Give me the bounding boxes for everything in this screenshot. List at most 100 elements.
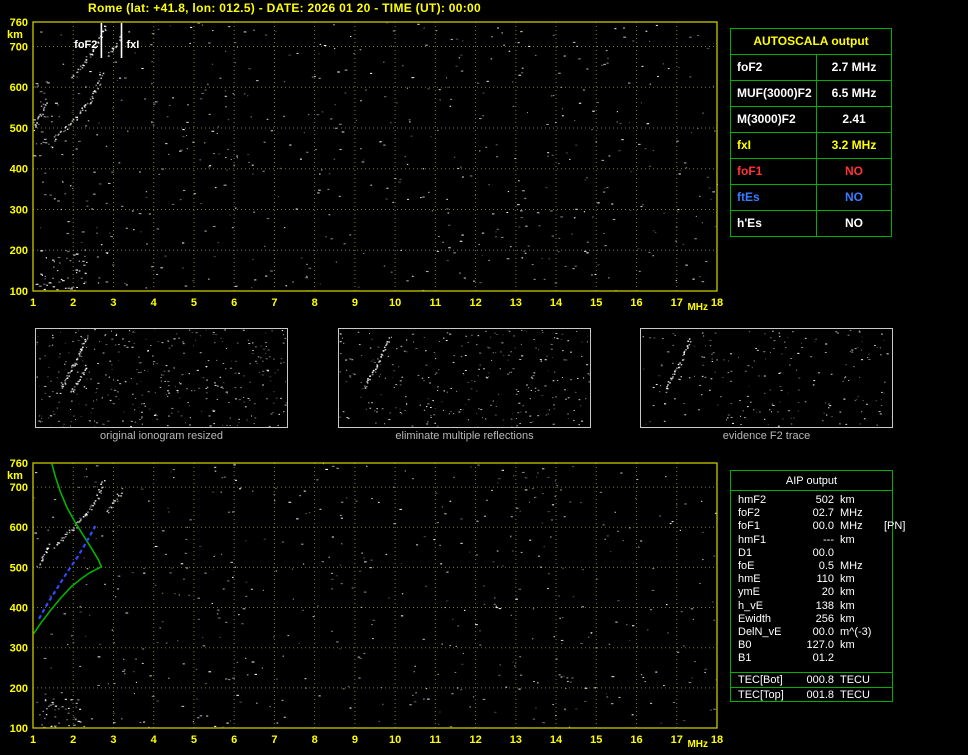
panel-eliminate-reflections xyxy=(338,328,591,428)
svg-text:10: 10 xyxy=(389,734,401,746)
aip-row-label: D1 xyxy=(738,547,798,560)
aip-table-title: AIP output xyxy=(731,471,892,491)
ionogram-plot-top: foF2fxI760700600500400300200100km1234567… xyxy=(0,14,725,314)
aip-row-unit: km xyxy=(840,639,884,652)
aip-row-extra xyxy=(884,626,892,639)
svg-text:18: 18 xyxy=(711,297,723,309)
aip-row-value: 000.8 xyxy=(798,673,834,688)
svg-text:6: 6 xyxy=(231,297,237,309)
svg-text:17: 17 xyxy=(671,297,683,309)
aip-row-unit: TECU xyxy=(840,673,884,688)
panel-caption-eliminate: eliminate multiple reflections xyxy=(338,430,591,442)
aip-row-unit: m^(-3) xyxy=(840,626,884,639)
aip-row-label: B1 xyxy=(738,652,798,665)
svg-text:12: 12 xyxy=(469,734,481,746)
aip-row-extra xyxy=(884,547,892,560)
aip-row-value: 256 xyxy=(798,613,834,626)
svg-text:3: 3 xyxy=(110,734,116,746)
svg-text:4: 4 xyxy=(151,734,158,746)
aip-row-extra xyxy=(884,600,892,613)
aip-row-label: h_vE xyxy=(738,600,798,613)
svg-text:5: 5 xyxy=(191,734,197,746)
svg-text:500: 500 xyxy=(10,123,28,135)
autoscala-row-value: NO xyxy=(817,211,891,236)
svg-text:12: 12 xyxy=(469,297,481,309)
aip-row-value: 502 xyxy=(798,494,834,507)
svg-text:14: 14 xyxy=(550,297,563,309)
svg-text:600: 600 xyxy=(10,82,28,94)
autoscala-row: ftEsNO xyxy=(731,184,891,210)
aip-row: ymE20km xyxy=(731,586,892,599)
svg-text:7: 7 xyxy=(271,734,277,746)
panel-caption-evidence: evidence F2 trace xyxy=(640,430,893,442)
aip-row-extra xyxy=(884,639,892,652)
ionogram-plot-bottom: 760700600500400300200100km12345678910111… xyxy=(0,455,725,755)
svg-text:11: 11 xyxy=(430,734,442,746)
aip-row-unit: MHz xyxy=(840,560,884,573)
aip-row: TEC[Bot]000.8 TECU xyxy=(731,672,892,687)
aip-row-unit: km xyxy=(840,573,884,586)
aip-row: B101.2 xyxy=(731,652,892,665)
svg-text:400: 400 xyxy=(10,603,28,615)
svg-text:17: 17 xyxy=(671,734,683,746)
aip-row-extra xyxy=(884,652,892,665)
svg-text:fxI: fxI xyxy=(127,39,140,51)
aip-row-label: B0 xyxy=(738,639,798,652)
aip-table: AIP output hmF2502kmfoF202.7MHzfoF100.0M… xyxy=(730,470,893,702)
svg-text:100: 100 xyxy=(10,286,28,298)
autoscala-row: M(3000)F22.41 xyxy=(731,106,891,132)
aip-row-unit: km xyxy=(840,534,884,547)
aip-row-label: TEC[Bot] xyxy=(738,673,798,688)
autoscala-row-label: MUF(3000)F2 xyxy=(731,81,817,106)
autoscala-row-value: 2.7 MHz xyxy=(817,55,891,80)
svg-text:3: 3 xyxy=(110,297,116,309)
autoscala-row-value: 6.5 MHz xyxy=(817,81,891,106)
svg-text:200: 200 xyxy=(10,683,28,695)
autoscala-row-value: NO xyxy=(817,159,891,184)
svg-text:11: 11 xyxy=(430,297,442,309)
aip-row-extra xyxy=(884,586,892,599)
aip-row-unit: km xyxy=(840,613,884,626)
aip-row-value: 138 xyxy=(798,600,834,613)
svg-text:8: 8 xyxy=(312,734,318,746)
svg-text:700: 700 xyxy=(10,482,28,494)
autoscala-row-label: h'Es xyxy=(731,211,817,236)
svg-text:16: 16 xyxy=(630,297,642,309)
svg-text:760: 760 xyxy=(10,458,28,470)
svg-text:5: 5 xyxy=(191,297,197,309)
autoscala-row: foF1NO xyxy=(731,158,891,184)
aip-row-unit: km xyxy=(840,586,884,599)
aip-row: hmE110km xyxy=(731,573,892,586)
svg-text:15: 15 xyxy=(590,734,602,746)
autoscala-row-label: fxI xyxy=(731,133,817,158)
aip-row-label: ymE xyxy=(738,586,798,599)
aip-row-label: foE xyxy=(738,560,798,573)
aip-row-label: hmE xyxy=(738,573,798,586)
aip-row-value: 00.0 xyxy=(798,547,834,560)
svg-text:500: 500 xyxy=(10,562,28,574)
svg-text:700: 700 xyxy=(10,41,28,53)
svg-text:600: 600 xyxy=(10,522,28,534)
aip-row-value: 00.0 xyxy=(798,626,834,639)
svg-text:7: 7 xyxy=(271,297,277,309)
aip-row: B0127.0 km xyxy=(731,639,892,652)
autoscala-row-label: foF2 xyxy=(731,55,817,80)
aip-row-label: Ewidth xyxy=(738,613,798,626)
aip-row: DelN_vE00.0m^(-3) xyxy=(731,626,892,639)
aip-row: Ewidth256 km xyxy=(731,613,892,626)
svg-text:km: km xyxy=(7,29,23,41)
svg-text:2: 2 xyxy=(70,297,76,309)
aip-row-value: 00.0 xyxy=(798,520,834,533)
aip-row-value: 127.0 xyxy=(798,639,834,652)
aip-row-value: 01.2 xyxy=(798,652,834,665)
svg-text:15: 15 xyxy=(590,297,602,309)
svg-text:8: 8 xyxy=(312,297,318,309)
svg-text:km: km xyxy=(7,470,23,482)
aip-row-label: foF2 xyxy=(738,507,798,520)
aip-row-label: hmF2 xyxy=(738,494,798,507)
svg-text:10: 10 xyxy=(389,297,401,309)
aip-row-extra xyxy=(884,560,892,573)
aip-row: foE0.5MHz xyxy=(731,560,892,573)
svg-text:300: 300 xyxy=(10,643,28,655)
panel-original-ionogram xyxy=(35,328,288,428)
